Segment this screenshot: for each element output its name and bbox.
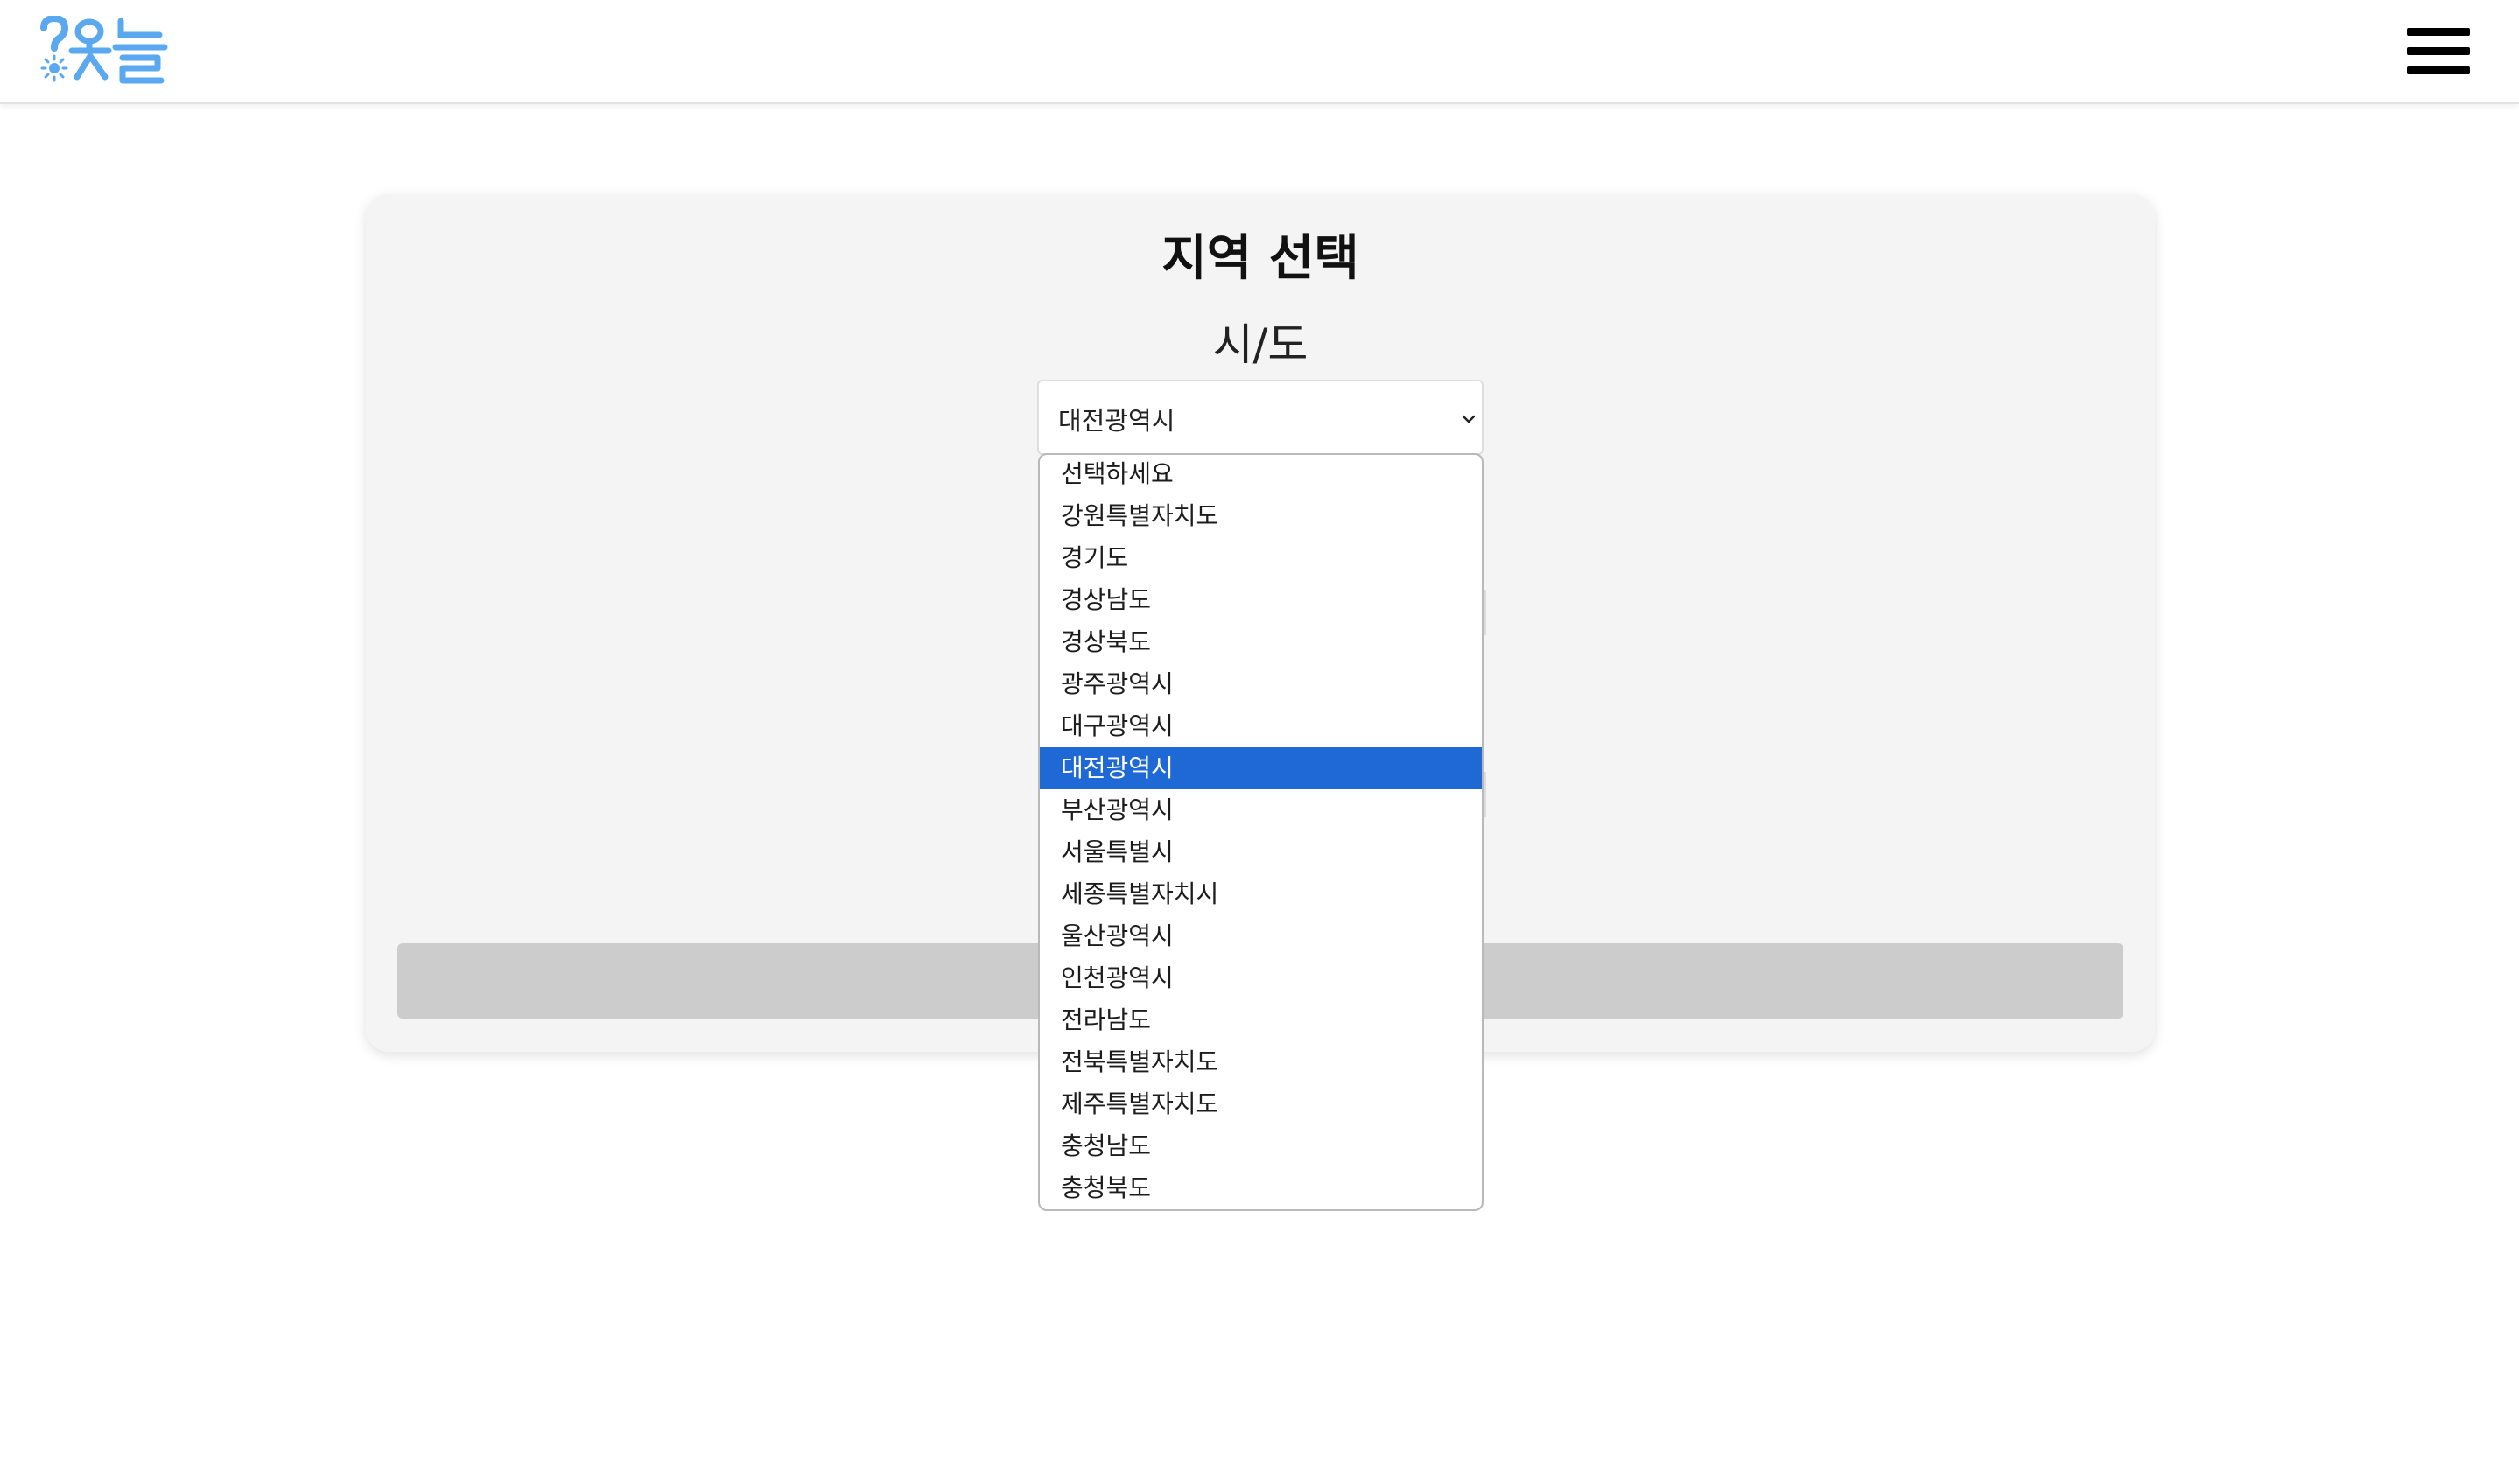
province-select[interactable]: 대전광역시 [1037,380,1484,455]
province-dropdown-list[interactable]: 선택하세요 강원특별자치도 경기도 경상남도 경상북도 광주광역시 대구광역시 대전광역시 부산… [1038,453,1484,1211]
dropdown-option[interactable]: 충청남도 [1040,1125,1482,1167]
page-title: 지역 선택 [1161,230,1359,287]
hamburger-menu-icon [2407,28,2470,36]
dropdown-option[interactable]: 경상북도 [1040,621,1482,663]
chevron-down-icon [1462,415,1476,424]
dropdown-option-selected[interactable]: 대전광역시 [1040,747,1482,789]
dropdown-option[interactable]: 부산광역시 [1040,789,1482,831]
dropdown-option[interactable]: 강원특별자치도 [1040,495,1482,537]
dropdown-option[interactable]: 세종특별자치시 [1040,873,1482,915]
dropdown-option[interactable]: 제주특별자치도 [1040,1083,1482,1125]
top-header [0,0,2519,104]
dropdown-option[interactable]: 경상남도 [1040,579,1482,621]
hamburger-menu-icon-bar [2407,47,2470,55]
dropdown-option[interactable]: 대구광역시 [1040,705,1482,747]
logo-graphic [40,14,168,84]
dropdown-option[interactable]: 경기도 [1040,537,1482,579]
dropdown-option[interactable]: 전라남도 [1040,999,1482,1041]
dropdown-option[interactable]: 서울특별시 [1040,831,1482,873]
menu-button[interactable] [2407,26,2470,77]
province-label: 시/도 [1212,319,1309,370]
dropdown-option[interactable]: 광주광역시 [1040,663,1482,705]
province-select-value: 대전광역시 [1058,406,1175,436]
dropdown-option[interactable]: 전북특별자치도 [1040,1041,1482,1083]
dropdown-option[interactable]: 인천광역시 [1040,957,1482,999]
dropdown-option[interactable]: 충청북도 [1040,1167,1482,1209]
dropdown-option[interactable]: 선택하세요 [1040,455,1482,495]
app-logo[interactable] [39,14,170,88]
hamburger-menu-icon-bar [2407,66,2470,74]
dropdown-option[interactable]: 울산광역시 [1040,915,1482,957]
